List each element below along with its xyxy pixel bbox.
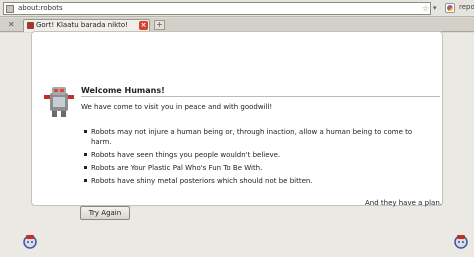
bookmark-star-icon[interactable]: ☆ xyxy=(422,4,429,14)
list-item: Robots have shiny metal posteriors which… xyxy=(84,176,434,186)
dino-robot-icon xyxy=(23,235,37,249)
tab-favicon-icon xyxy=(27,22,34,29)
robot-laws-list: Robots may not injure a human being or, … xyxy=(84,127,434,189)
page-title: Welcome Humans! xyxy=(81,86,165,95)
close-tab-icon[interactable]: ✕ xyxy=(8,19,15,30)
tab-label: Gort! Klaatu barada nikto! xyxy=(36,21,129,29)
list-item: Robots have seen things you people would… xyxy=(84,150,434,160)
title-divider xyxy=(81,96,440,97)
url-history-dropdown-icon[interactable]: ▾ xyxy=(433,3,437,13)
page-icon xyxy=(6,5,14,13)
url-text: about:robots xyxy=(18,4,63,12)
tab-close-icon[interactable]: × xyxy=(139,21,148,30)
signoff-text: And they have a plan. xyxy=(365,199,443,207)
robot-icon xyxy=(44,87,74,117)
list-item: Robots are Your Plastic Pal Who's Fun To… xyxy=(84,163,434,173)
dino-robot-icon xyxy=(454,235,468,249)
tab-strip: ✕ Gort! Klaatu barada nikto! × + xyxy=(0,18,474,32)
intro-text: We have come to visit you in peace and w… xyxy=(81,103,273,111)
search-engine-icon[interactable] xyxy=(445,3,455,13)
navigation-toolbar: about:robots ☆ ▾ repo xyxy=(0,0,474,17)
list-item: Robots may not injure a human being or, … xyxy=(84,127,434,147)
url-input[interactable]: about:robots ☆ xyxy=(3,2,431,15)
try-again-button[interactable]: Try Again xyxy=(80,206,130,220)
new-tab-button[interactable]: + xyxy=(154,20,165,30)
search-input[interactable]: repo xyxy=(459,3,474,11)
